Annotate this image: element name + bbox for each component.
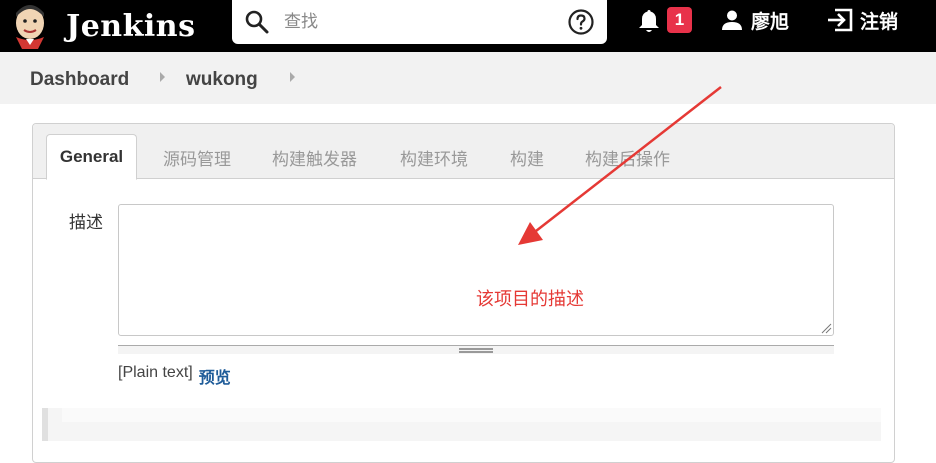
markup-format-row: [Plain text] 预览 [118,364,231,388]
tab-environment[interactable]: 构建环境 [400,145,468,170]
top-navbar: Jenkins 1 廖旭 注销 [0,0,936,52]
breadcrumb-chevron-icon[interactable] [290,72,295,82]
bell-icon[interactable] [636,8,662,34]
breadcrumb-chevron-icon[interactable] [160,72,165,82]
annotation-text: 该项目的描述 [476,289,584,310]
jenkins-home-link[interactable]: Jenkins [8,0,228,52]
tab-triggers[interactable]: 构建触发器 [272,145,357,170]
markup-format-text: [Plain text] [118,364,193,381]
next-section-header [62,408,881,422]
breadcrumb-dashboard[interactable]: Dashboard [30,69,129,91]
notification-badge[interactable]: 1 [667,7,692,33]
search-icon [245,10,269,34]
description-textarea[interactable] [118,204,834,336]
search-box [232,0,607,44]
tab-build[interactable]: 构建 [510,145,544,170]
tab-scm[interactable]: 源码管理 [163,145,231,170]
user-icon [722,10,742,30]
breadcrumb-job[interactable]: wukong [186,69,258,91]
breadcrumb: Dashboard wukong [0,52,936,104]
help-icon[interactable] [567,8,595,36]
logout-button[interactable]: 注销 [826,6,898,34]
logout-icon [828,8,853,32]
user-name: 廖旭 [751,10,790,33]
description-label: 描述 [69,213,103,233]
jenkins-butler-icon [16,5,44,49]
tab-general[interactable]: General [46,134,137,180]
app-name: Jenkins [66,8,196,44]
logout-label: 注销 [860,10,899,33]
resize-handle-icon[interactable] [820,322,832,334]
grip-handle-icon[interactable] [459,348,493,353]
tab-post-build[interactable]: 构建后操作 [585,145,670,170]
user-menu[interactable]: 廖旭 [721,6,789,34]
config-tabs: General 源码管理 构建触发器 构建环境 构建 构建后操作 [33,124,894,180]
preview-link[interactable]: 预览 [199,364,231,388]
search-input[interactable] [284,8,554,36]
